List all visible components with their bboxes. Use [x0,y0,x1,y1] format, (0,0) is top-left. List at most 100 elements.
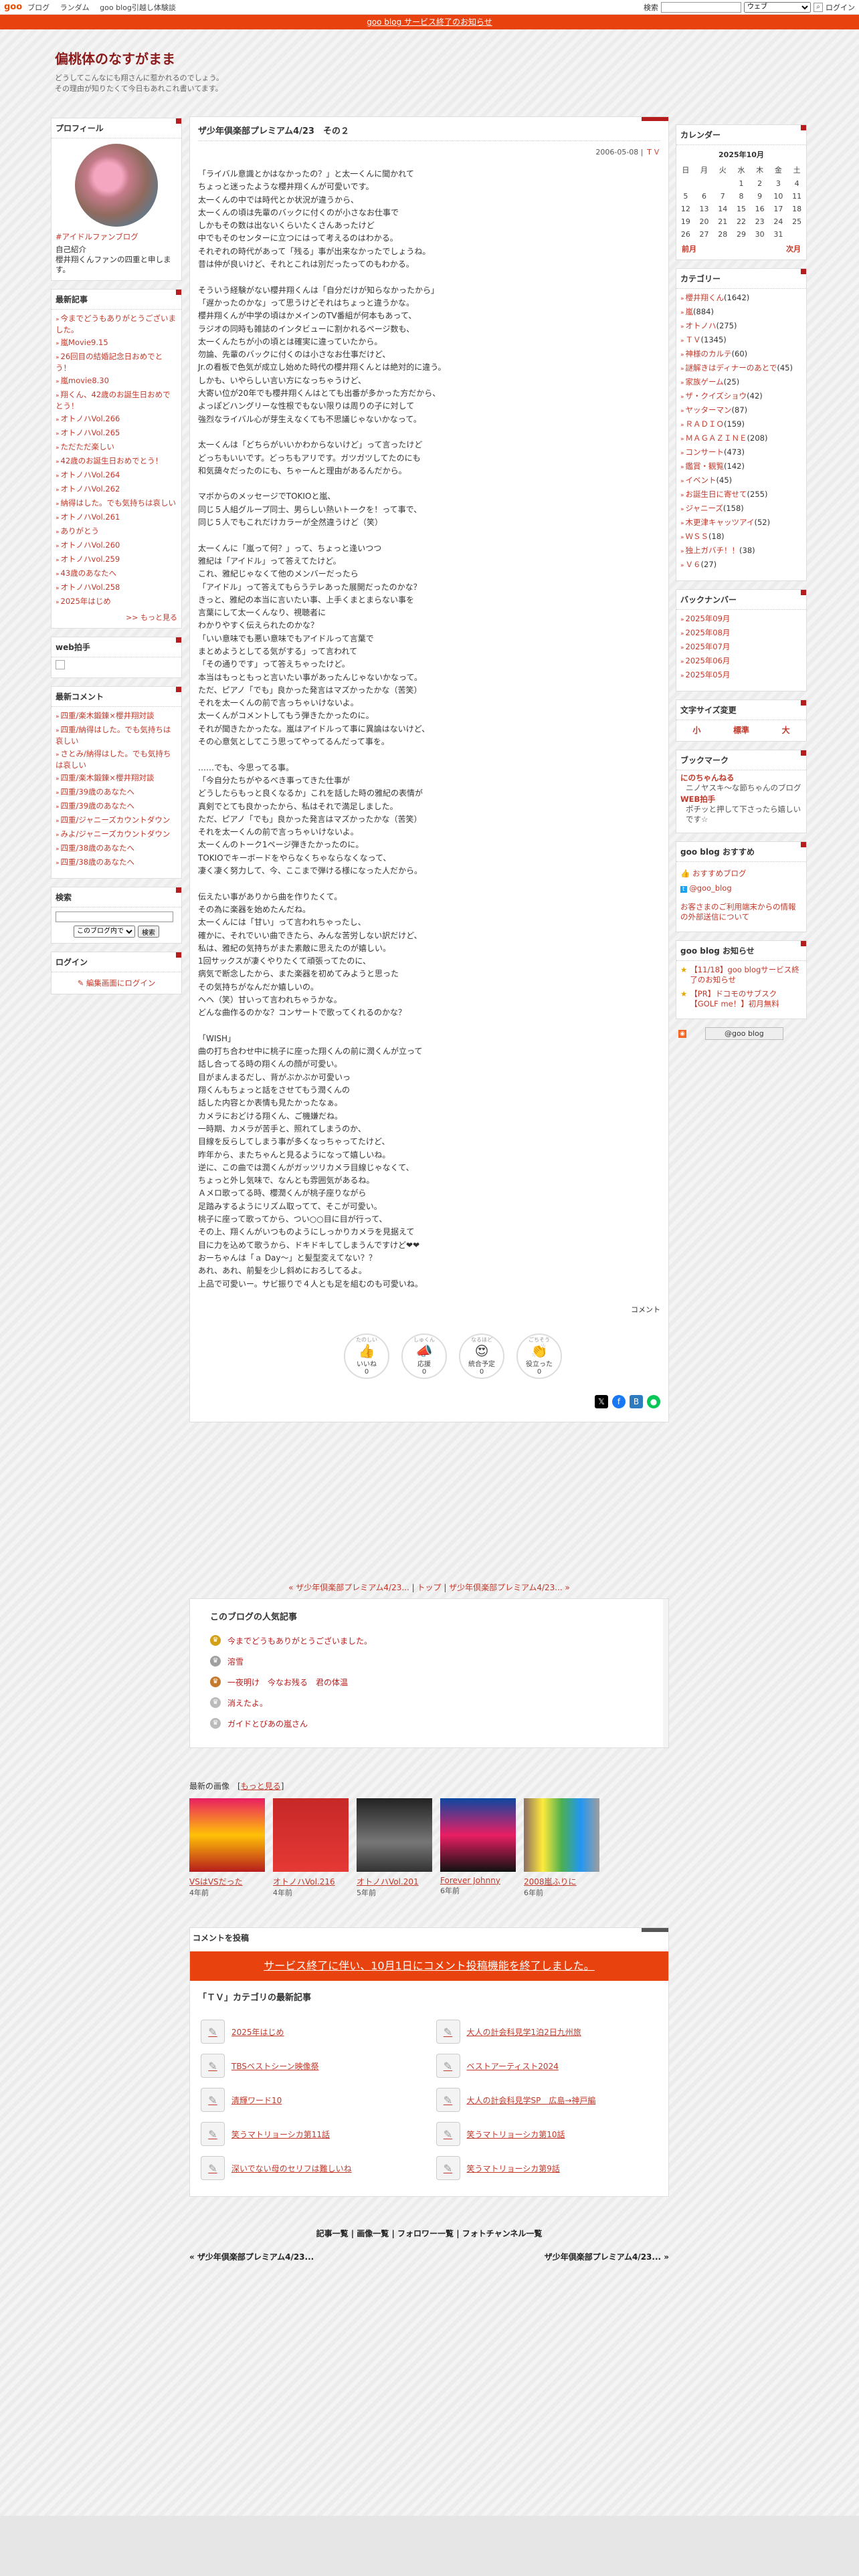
thumbnail-image[interactable] [273,1798,349,1872]
footer-next[interactable]: ザ少年倶楽部プレミアム4/23... » [545,2251,669,2262]
fontsize-small[interactable]: 小 [692,724,700,736]
bookmark-2-title[interactable]: WEB拍手 [680,794,802,804]
article-title[interactable]: ザ少年倶楽部プレミアム4/23 その２ [198,124,660,141]
hatena-share-icon[interactable]: B [630,1394,643,1408]
pager-prev[interactable]: « ザ少年倶楽部プレミアム4/23... [288,1583,409,1592]
category-item[interactable]: » ＲＡＤＩＯ(159) [680,418,802,432]
reaction-button[interactable]: しゅくん 📣 応援 0 [401,1333,447,1379]
twitter-link[interactable]: t @goo_blog [680,881,802,897]
recent-post-item[interactable]: » オトノハVol.264 [56,469,177,483]
recent-post-item[interactable]: » オトノハVol.262 [56,483,177,497]
category-item[interactable]: » 独上ガバチ！！(38) [680,544,802,558]
pager-top[interactable]: トップ [417,1583,441,1592]
recent-post-item[interactable]: » 26回目の結婚記念日おめでとう！ [56,350,177,374]
comment-link[interactable]: コメント [198,1304,660,1315]
recent-post-item[interactable]: » オトノハVol.265 [56,427,177,441]
thumbnail-image[interactable] [524,1798,599,1872]
category-item[interactable]: » コンサート(473) [680,446,802,460]
line-share-icon[interactable]: ● [647,1394,660,1408]
category-item[interactable]: » お誕生日に寄せて(255) [680,488,802,502]
category-item[interactable]: » イベント(45) [680,474,802,488]
category-latest-item[interactable]: ✎ 大人の計会科見学1泊2日九州旅 [436,2015,658,2049]
recent-post-item[interactable]: » オトノハVol.261 [56,511,177,525]
category-item[interactable]: » ザ・クイズショウ(42) [680,390,802,404]
category-item[interactable]: » ヤッターマン(87) [680,404,802,418]
recent-post-item[interactable]: » 42歳のお誕生日おめでとう！ [56,455,177,469]
edit-login-link[interactable]: ✎ 編集画面にログイン [52,972,181,988]
reaction-button[interactable]: たのしい 👍 いいね 0 [344,1333,389,1379]
recent-post-item[interactable]: » 嵐movie8.30 [56,374,177,389]
comment-closed-notice[interactable]: サービス終了に伴い、10月1日にコメント投稿機能を終了しました。 [190,1951,668,1981]
top-nav-blog[interactable]: ブログ [27,3,50,12]
thumbnail-item[interactable]: VSはVSだった 4年前 [189,1798,265,1898]
recent-comment-item[interactable]: » 四重/楽木鍛錬×櫻井翔対談 [56,710,177,724]
category-latest-item[interactable]: ✎ 笑うマトリョーシカ第11話 [201,2117,423,2151]
recent-post-item[interactable]: » 翔くん、42歳のお誕生日おめでとう！ [56,389,177,413]
category-item[interactable]: » ＴＶ(1345) [680,334,802,348]
backnumber-item[interactable]: » 2025年09月 [680,613,802,627]
category-latest-item[interactable]: ✎ TBSベストシーン映像祭 [201,2049,423,2083]
backnumber-item[interactable]: » 2025年05月 [680,669,802,683]
category-item[interactable]: » ジャニーズ(158) [680,502,802,516]
thumbnail-title[interactable]: VSはVSだった [189,1876,265,1887]
search-icon[interactable]: ⌕ [814,2,823,12]
recent-post-item[interactable]: » 今までどうもありがとうございました。 [56,312,177,336]
thumbnail-item[interactable]: Forever Johnny 6年前 [440,1798,516,1898]
category-latest-item[interactable]: ✎ 深いでない母のセリフは難しいね [201,2151,423,2185]
category-item[interactable]: » オトノハ(275) [680,320,802,334]
profile-tag[interactable]: #アイドルファンブログ [52,232,181,242]
recent-post-item[interactable]: » オトノハVol.266 [56,413,177,427]
category-latest-item[interactable]: ✎ 大人の計会科見学SP 広島→神戸編 [436,2083,658,2117]
thumbnail-title[interactable]: Forever Johnny [440,1876,516,1885]
notice-item-1[interactable]: ★ 【11/18】goo blogサービス終了のお知らせ [680,965,802,985]
category-item[interactable]: » 鑑賞・観覧(142) [680,460,802,474]
recent-post-item[interactable]: » ありがとう [56,525,177,539]
category-item[interactable]: » 嵐(884) [680,306,802,320]
fontsize-large[interactable]: 大 [782,724,790,736]
recent-post-item[interactable]: » 納得はした。でも気持ちは哀しい [56,497,177,511]
top-search-input[interactable] [661,1,741,13]
x-share-icon[interactable]: 𝕏 [595,1394,608,1408]
reaction-button[interactable]: ごちそう 👏 役立った 0 [516,1333,562,1379]
popular-item[interactable]: ♛ ガイドとびあの嵐さん [210,1713,648,1734]
calendar-next[interactable]: 次月 [786,243,801,254]
footer-prev[interactable]: « ザ少年倶楽部プレミアム4/23... [189,2251,314,2262]
category-item[interactable]: » 謎解きはディナーのあとで(45) [680,362,802,376]
category-item[interactable]: » 神様のカルテ(60) [680,348,802,362]
recent-post-item[interactable]: » オトノハVol.260 [56,539,177,553]
article-category[interactable]: ＴＶ [646,148,660,156]
facebook-share-icon[interactable]: f [612,1394,626,1408]
recent-comment-item[interactable]: » 四重/ジャニーズカウントダウン [56,814,177,828]
external-info-link[interactable]: お客さまのご利用端末からの情報の外部送信について [680,902,802,922]
top-nav-random[interactable]: ランダム [60,3,90,12]
popular-item[interactable]: ♛ 消えたよ。 [210,1693,648,1713]
thumbnail-image[interactable] [357,1798,432,1872]
category-latest-item[interactable]: ✎ 笑うマトリョーシカ第9話 [436,2151,658,2185]
backnumber-item[interactable]: » 2025年07月 [680,641,802,655]
category-item[interactable]: » ＷＳＳ(18) [680,530,802,544]
category-item[interactable]: » 家族ゲーム(25) [680,376,802,390]
category-latest-item[interactable]: ✎ 笑うマトリョーシカ第10話 [436,2117,658,2151]
blog-search-scope[interactable]: このブログ内で [74,925,135,938]
more-images-link[interactable]: もっと見る [241,1782,281,1791]
recommend-blog-link[interactable]: 👍 おすすめブログ [680,866,802,881]
category-item[interactable]: » ＭＡＧＡＺＩＮＥ(208) [680,432,802,446]
login-link[interactable]: ログイン [826,2,855,13]
recent-comment-item[interactable]: » みよ/ジャニーズカウントダウン [56,828,177,842]
category-item[interactable]: » 木更津キャッツアイ(52) [680,516,802,530]
notice-item-2[interactable]: ★ 【PR】ドコモのサブスク【GOLF me！】初月無料 [680,989,802,1009]
backnumber-item[interactable]: » 2025年08月 [680,627,802,641]
backnumber-item[interactable]: » 2025年06月 [680,655,802,669]
blog-title[interactable]: 偏桃体のなすがまま [55,48,223,68]
thumbnail-image[interactable] [440,1798,516,1872]
thumbnail-item[interactable]: オトノハVol.201 5年前 [357,1798,432,1898]
category-latest-item[interactable]: ✎ 清輝ワード10 [201,2083,423,2117]
recent-post-item[interactable]: » ただただ楽しい [56,441,177,455]
category-item[interactable]: » 櫻井翔くん(1642) [680,292,802,306]
recent-comment-item[interactable]: » 四重/38歳のあなたへ [56,842,177,856]
recent-post-item[interactable]: » オトノハVol.258 [56,581,177,595]
broken-image-icon[interactable] [56,660,65,669]
recent-post-item[interactable]: » 2025年はじめ [56,595,177,609]
goo-blog-badge[interactable]: @goo blog [705,1027,783,1040]
top-search-scope[interactable]: ウェブ [744,1,811,13]
